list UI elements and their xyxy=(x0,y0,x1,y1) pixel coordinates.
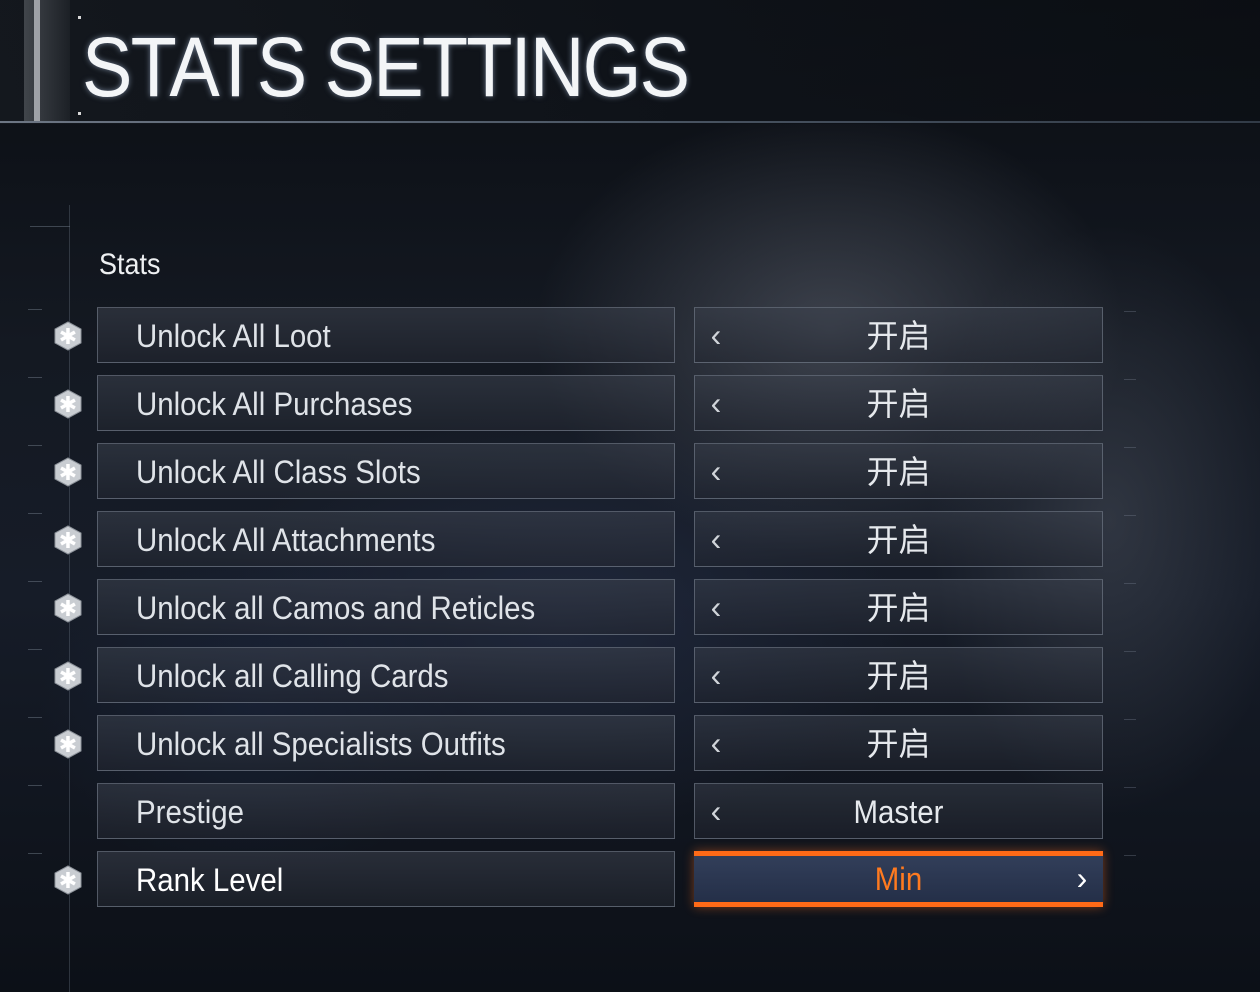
rail-mark xyxy=(28,649,42,650)
svg-text:✱: ✱ xyxy=(59,869,77,894)
setting-value-selector[interactable]: ‹ 开启 xyxy=(694,579,1103,635)
asterisk-hexagon-icon: ✱ xyxy=(53,865,83,895)
setting-label: Unlock All Attachments xyxy=(136,522,436,558)
setting-label: Unlock all Calling Cards xyxy=(136,658,449,694)
rail-mark xyxy=(1124,311,1136,312)
setting-row-unlock-all-calling-cards[interactable]: ✱ Unlock all Calling Cards ‹ 开启 xyxy=(0,647,1260,705)
setting-row-prestige[interactable]: Prestige ‹ Master xyxy=(0,783,1260,841)
rail-mark xyxy=(1124,855,1136,856)
setting-row-unlock-all-camos-and-reticles[interactable]: ✱ Unlock all Camos and Reticles ‹ 开启 xyxy=(0,579,1260,637)
rail-mark xyxy=(28,513,42,514)
rail-mark xyxy=(1124,787,1136,788)
setting-value: 开启 xyxy=(866,317,931,355)
setting-label: Unlock all Specialists Outfits xyxy=(136,726,506,762)
header-divider xyxy=(0,121,1260,123)
rail-mark xyxy=(1124,515,1136,516)
setting-value-selector[interactable]: ‹ 开启 xyxy=(694,647,1103,703)
setting-value-selector[interactable]: ‹ 开启 xyxy=(694,443,1103,499)
setting-value-selector[interactable]: ‹ 开启 xyxy=(694,375,1103,431)
svg-text:✱: ✱ xyxy=(59,597,77,622)
svg-text:✱: ✱ xyxy=(59,393,77,418)
setting-row-unlock-all-loot[interactable]: ✱ Unlock All Loot ‹ 开启 xyxy=(0,307,1260,365)
setting-label: Prestige xyxy=(136,794,244,830)
setting-value: 开启 xyxy=(866,657,931,695)
setting-row-unlock-all-attachments[interactable]: ✱ Unlock All Attachments ‹ 开启 xyxy=(0,511,1260,569)
setting-value: 开启 xyxy=(866,521,931,559)
svg-text:✱: ✱ xyxy=(59,325,77,350)
setting-value: 开启 xyxy=(866,589,931,627)
svg-text:✱: ✱ xyxy=(59,529,77,554)
setting-row-unlock-all-class-slots[interactable]: ✱ Unlock All Class Slots ‹ 开启 xyxy=(0,443,1260,501)
header-accent-bar xyxy=(34,0,40,122)
header-tick xyxy=(78,112,81,115)
rail-mark xyxy=(28,581,42,582)
asterisk-hexagon-icon: ✱ xyxy=(53,593,83,623)
page-title: STATS SETTINGS xyxy=(82,20,690,114)
asterisk-hexagon-icon: ✱ xyxy=(53,525,83,555)
setting-label-box[interactable]: Unlock all Camos and Reticles xyxy=(97,579,675,635)
setting-label: Rank Level xyxy=(136,862,284,898)
asterisk-hexagon-icon: ✱ xyxy=(53,729,83,759)
setting-label-box[interactable]: Unlock All Loot xyxy=(97,307,675,363)
setting-row-unlock-all-purchases[interactable]: ✱ Unlock All Purchases ‹ 开启 xyxy=(0,375,1260,433)
asterisk-hexagon-icon: ✱ xyxy=(53,661,83,691)
setting-value-selector[interactable]: Min › xyxy=(694,851,1103,907)
setting-value: Min xyxy=(874,861,923,897)
rail-mark xyxy=(30,226,70,227)
chevron-right-icon[interactable]: › xyxy=(1067,856,1097,902)
setting-label-box[interactable]: Unlock all Calling Cards xyxy=(97,647,675,703)
rail-mark xyxy=(28,717,42,718)
rail-mark xyxy=(1124,447,1136,448)
svg-text:✱: ✱ xyxy=(59,665,77,690)
setting-label: Unlock All Loot xyxy=(136,318,331,354)
rail-mark xyxy=(1124,651,1136,652)
setting-value: 开启 xyxy=(866,725,931,763)
rail-mark xyxy=(28,309,42,310)
setting-label-box[interactable]: Prestige xyxy=(97,783,675,839)
asterisk-hexagon-icon: ✱ xyxy=(53,389,83,419)
setting-value: 开启 xyxy=(866,453,931,491)
header-bar: STATS SETTINGS xyxy=(0,0,1260,124)
rail-mark xyxy=(28,445,42,446)
setting-label-box[interactable]: Rank Level xyxy=(97,851,675,907)
setting-label-box[interactable]: Unlock All Attachments xyxy=(97,511,675,567)
rail-mark xyxy=(28,785,42,786)
header-tick xyxy=(78,16,81,19)
asterisk-hexagon-icon: ✱ xyxy=(53,321,83,351)
setting-label-box[interactable]: Unlock all Specialists Outfits xyxy=(97,715,675,771)
rail-mark xyxy=(1124,719,1136,720)
setting-label-box[interactable]: Unlock All Class Slots xyxy=(97,443,675,499)
setting-label: Unlock all Camos and Reticles xyxy=(136,590,536,626)
setting-label-box[interactable]: Unlock All Purchases xyxy=(97,375,675,431)
setting-value-selector[interactable]: ‹ 开启 xyxy=(694,307,1103,363)
asterisk-hexagon-icon: ✱ xyxy=(53,457,83,487)
stats-settings-screen: STATS SETTINGS Stats ✱ Unlock All Loot ‹ 开启… xyxy=(0,0,1260,992)
setting-row-rank-level[interactable]: ✱ Rank Level Min › xyxy=(0,851,1260,909)
svg-text:✱: ✱ xyxy=(59,733,77,758)
rail-mark xyxy=(1124,379,1136,380)
setting-value: 开启 xyxy=(866,385,931,423)
section-label: Stats xyxy=(99,248,161,281)
rail-mark xyxy=(28,377,42,378)
setting-value: Master xyxy=(853,794,944,830)
setting-row-unlock-all-specialists-outfits[interactable]: ✱ Unlock all Specialists Outfits ‹ 开启 xyxy=(0,715,1260,773)
setting-value-selector[interactable]: ‹ Master xyxy=(694,783,1103,839)
setting-value-selector[interactable]: ‹ 开启 xyxy=(694,715,1103,771)
rail-mark xyxy=(1124,583,1136,584)
setting-label: Unlock All Class Slots xyxy=(136,454,421,490)
header-accent xyxy=(24,0,70,122)
rail-mark xyxy=(28,853,42,854)
setting-label: Unlock All Purchases xyxy=(136,386,413,422)
setting-value-selector[interactable]: ‹ 开启 xyxy=(694,511,1103,567)
svg-text:✱: ✱ xyxy=(59,461,77,486)
